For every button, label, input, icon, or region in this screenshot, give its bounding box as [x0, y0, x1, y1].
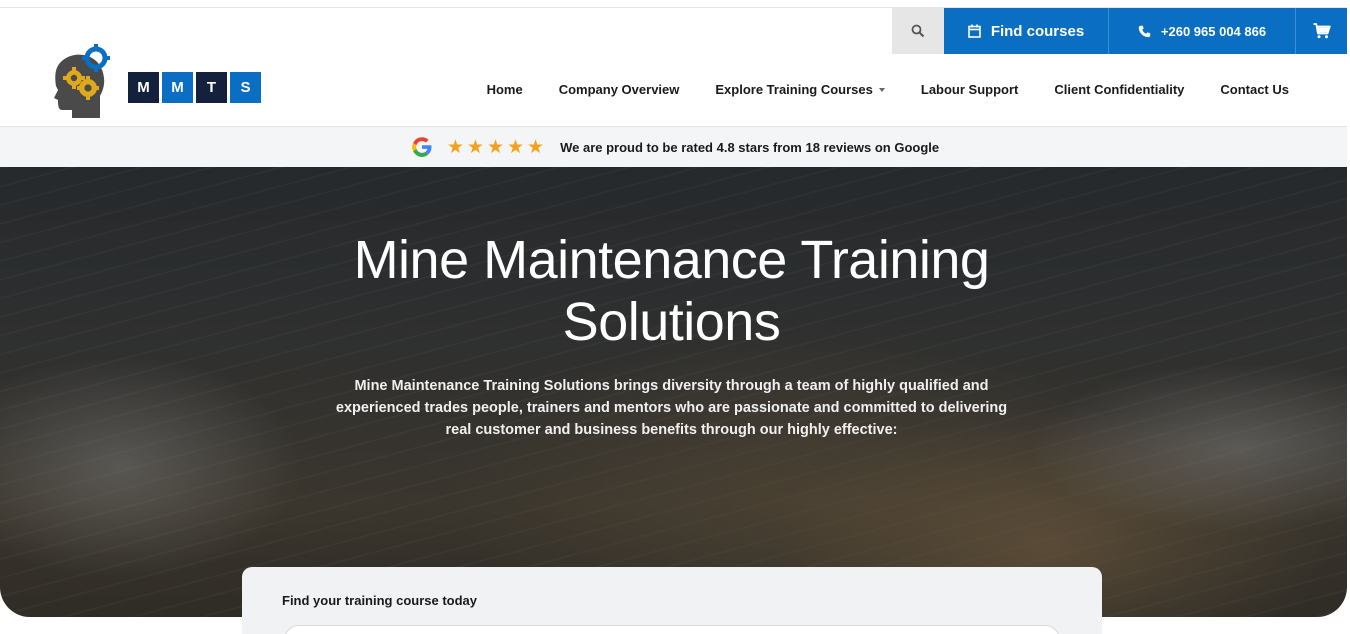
main-nav: Home Company Overview Explore Training C…: [487, 82, 1289, 97]
star-icon: ★: [507, 136, 525, 158]
head-gears-icon: [54, 44, 110, 118]
logo-letter: T: [196, 71, 227, 103]
nav-item-label: Labour Support: [920, 82, 1019, 97]
nav-item-label: Company Overview: [558, 82, 680, 97]
course-search-input[interactable]: [284, 625, 1060, 634]
hero-description-line: experienced trades people, trainers and …: [335, 400, 1008, 416]
utility-bar: Find courses +260 965 004 866: [892, 8, 1347, 54]
phone-icon: [1138, 25, 1151, 37]
google-logo-icon: [411, 137, 432, 157]
cart-button[interactable]: [1296, 8, 1347, 54]
nav-item-label: Client Confidentiality: [1054, 82, 1185, 97]
find-courses-button[interactable]: Find courses: [944, 8, 1109, 54]
star-icon: ★: [527, 136, 545, 158]
logo-letter: M: [162, 71, 193, 103]
calendar-icon: [968, 24, 981, 38]
course-search-card: Find your training course today: [242, 567, 1102, 634]
star-icon: ★: [466, 136, 484, 158]
logo-wordmark: M M T S: [128, 71, 261, 103]
star-icon: ★: [486, 136, 504, 158]
nav-item-explore-training-courses[interactable]: Explore Training Courses: [715, 82, 885, 97]
nav-item-client-confidentiality[interactable]: Client Confidentiality: [1054, 82, 1184, 97]
nav-item-label: Home: [486, 82, 523, 97]
hero-title-line: Solutions: [562, 292, 781, 352]
chevron-down-icon: [878, 88, 885, 92]
cart-icon: [1313, 23, 1331, 39]
nav-item-contact-us[interactable]: Contact Us: [1220, 82, 1289, 97]
logo-letter: M: [128, 71, 159, 103]
google-rating-bar[interactable]: ★ ★ ★ ★ ★ We are proud to be rated 4.8 s…: [0, 126, 1350, 167]
nav-item-home[interactable]: Home: [487, 82, 523, 97]
search-icon: [911, 24, 925, 38]
hero-description-line: real customer and business benefits thro…: [445, 422, 898, 438]
course-search-label: Find your training course today: [282, 593, 478, 608]
hero-title: Mine Maintenance Training Solutions: [0, 229, 1343, 353]
nav-item-label: Explore Training Courses: [715, 82, 873, 97]
hero-title-line: Mine Maintenance Training: [353, 230, 990, 290]
nav-item-labour-support[interactable]: Labour Support: [921, 82, 1019, 97]
site-logo[interactable]: M M T S: [44, 42, 261, 122]
phone-link[interactable]: +260 965 004 866: [1109, 8, 1296, 54]
hero-section: Mine Maintenance Training Solutions Mine…: [0, 167, 1347, 617]
top-strip: [0, 0, 1350, 8]
star-rating: ★ ★ ★ ★ ★: [447, 138, 544, 157]
nav-item-label: Contact Us: [1220, 82, 1289, 97]
find-courses-label: Find courses: [990, 22, 1085, 40]
logo-letter: S: [230, 71, 261, 103]
hero-description: Mine Maintenance Training Solutions brin…: [0, 375, 1343, 441]
search-button[interactable]: [892, 8, 944, 54]
phone-number: +260 965 004 866: [1160, 23, 1267, 39]
nav-item-company-overview[interactable]: Company Overview: [559, 82, 680, 97]
rating-text: We are proud to be rated 4.8 stars from …: [560, 139, 940, 155]
star-icon: ★: [446, 136, 464, 158]
hero-description-line: Mine Maintenance Training Solutions brin…: [354, 378, 989, 394]
